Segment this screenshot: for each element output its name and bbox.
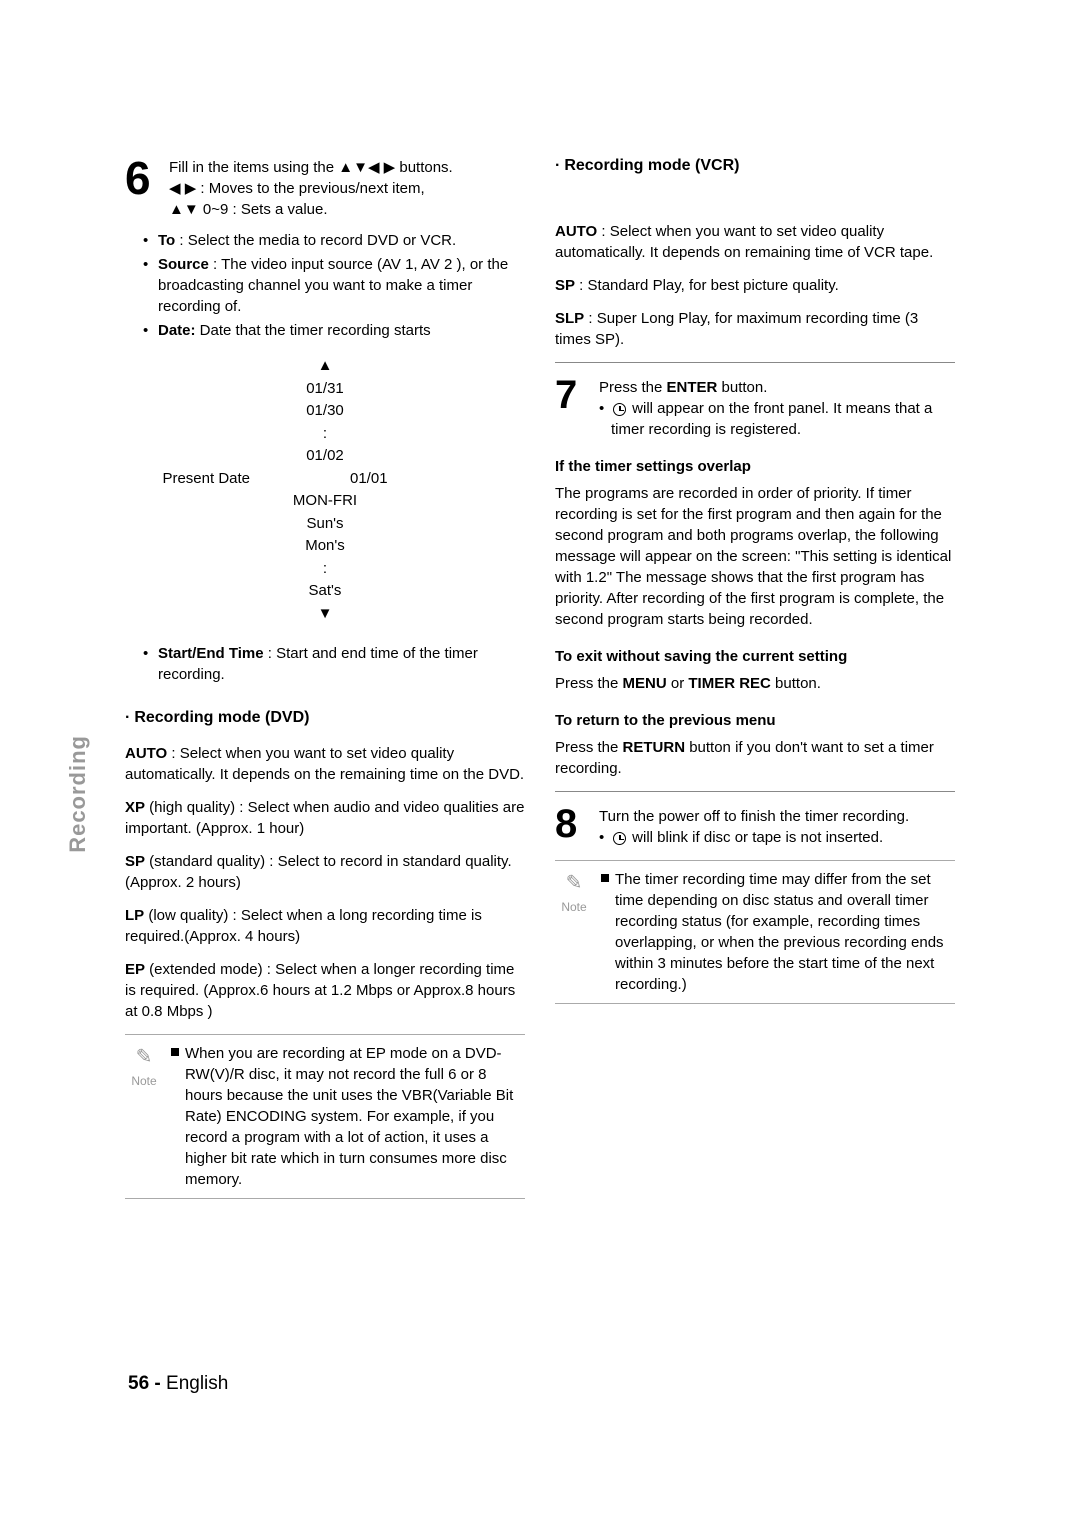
date-value: Mon's: [125, 535, 525, 558]
clock-icon: [613, 403, 626, 416]
vcr-sp: SP : Standard Play, for best picture qua…: [555, 275, 955, 296]
text: : Super Long Play, for maximum recording…: [555, 310, 918, 348]
arrows-icon: ▲▼: [169, 201, 199, 218]
paren: (extended mode) :: [145, 961, 271, 978]
down-arrow-icon: ▼: [125, 603, 525, 626]
square-bullet-icon: [171, 1048, 179, 1056]
vcr-slp: SLP : Super Long Play, for maximum recor…: [555, 308, 955, 350]
arrows-icon: ◀ ▶: [169, 180, 196, 197]
square-bullet-icon: [601, 874, 609, 882]
step-number-6: 6: [125, 155, 161, 220]
clock-icon: [613, 832, 626, 845]
text: 0~9 : Sets a value.: [199, 201, 328, 218]
text: : Select the media to record DVD or VCR.: [175, 232, 456, 249]
enter-label: ENTER: [667, 379, 718, 396]
dvd-xp: XP (high quality) : Select when audio an…: [125, 797, 525, 839]
right-column: ·Recording mode (VCR) AUTO : Select when…: [555, 155, 955, 1199]
return-text: Press the RETURN button if you don't wan…: [555, 737, 955, 779]
bullet-date: •Date: Date that the timer recording sta…: [143, 320, 525, 341]
step-8: 8 Turn the power off to finish the timer…: [555, 804, 955, 848]
note-icon: ✎ Note: [555, 869, 593, 995]
step-6-body: Fill in the items using the ▲▼◀ ▶ button…: [169, 155, 525, 220]
step-7-body: Press the ENTER button. • will appear on…: [599, 375, 955, 440]
text: : The video input source (AV 1, AV 2 ), …: [158, 256, 508, 315]
up-arrow-icon: ▲: [125, 355, 525, 378]
text: Fill in the items using the: [169, 159, 338, 176]
date-value: 01/31: [125, 378, 525, 401]
text: buttons.: [395, 159, 453, 176]
dvd-sp: SP (standard quality) : Select to record…: [125, 851, 525, 893]
date-value: Sun's: [125, 513, 525, 536]
ellipsis: :: [125, 558, 525, 581]
dvd-auto: AUTO : Select when you want to set video…: [125, 743, 525, 785]
note-icon: ✎ Note: [125, 1043, 163, 1190]
label: Source: [158, 256, 209, 273]
step-8-body: Turn the power off to finish the timer r…: [599, 804, 955, 848]
page-content: 6 Fill in the items using the ▲▼◀ ▶ butt…: [0, 0, 1080, 1199]
page-number: 56 - English: [128, 1371, 228, 1398]
date-value: Sat's: [125, 580, 525, 603]
text: will blink if disc or tape is not insert…: [628, 829, 883, 846]
step-6: 6 Fill in the items using the ▲▼◀ ▶ butt…: [125, 155, 525, 220]
label: SP: [555, 277, 575, 294]
arrows-icon: ▲▼◀ ▶: [338, 159, 395, 176]
date-value: 01/30: [125, 400, 525, 423]
label: SP: [125, 853, 145, 870]
text: will appear on the front panel. It means…: [611, 400, 932, 438]
vcr-auto: AUTO : Select when you want to set video…: [555, 221, 955, 263]
date-value: MON-FRI: [125, 490, 525, 513]
label: AUTO: [555, 223, 597, 240]
bullet-source: •Source : The video input source (AV 1, …: [143, 254, 525, 317]
text: : Select when you want to set video qual…: [125, 745, 524, 783]
label: To: [158, 232, 175, 249]
note-box-left: ✎ Note When you are recording at EP mode…: [125, 1034, 525, 1199]
exit-title: To exit without saving the current setti…: [555, 646, 955, 667]
paren: (high quality) :: [145, 799, 243, 816]
left-column: 6 Fill in the items using the ▲▼◀ ▶ butt…: [125, 155, 525, 1199]
note-text: When you are recording at EP mode on a D…: [185, 1043, 525, 1190]
text: Turn the power off to finish the timer r…: [599, 806, 955, 827]
label: LP: [125, 907, 144, 924]
exit-text: Press the MENU or TIMER REC button.: [555, 673, 955, 694]
ellipsis: :: [125, 423, 525, 446]
bullet-start-end: •Start/End Time : Start and end time of …: [143, 643, 525, 685]
label: SLP: [555, 310, 584, 327]
bullet-to: •To : Select the media to record DVD or …: [143, 230, 525, 251]
dvd-mode-title: ·Recording mode (DVD): [125, 707, 525, 729]
step-number-7: 7: [555, 375, 591, 440]
note-text: The timer recording time may differ from…: [615, 869, 955, 995]
step-7: 7 Press the ENTER button. • will appear …: [555, 375, 955, 440]
dvd-lp: LP (low quality) : Select when a long re…: [125, 905, 525, 947]
side-tab-recording: Recording: [63, 735, 94, 853]
label: EP: [125, 961, 145, 978]
date-value: 01/01: [350, 470, 388, 487]
text: Press the: [599, 379, 667, 396]
text: : Standard Play, for best picture qualit…: [575, 277, 839, 294]
vcr-mode-title: ·Recording mode (VCR): [555, 155, 955, 177]
present-date-label: Present Date: [162, 468, 250, 491]
paren: (standard quality) :: [145, 853, 273, 870]
text: : Moves to the previous/next item,: [196, 180, 424, 197]
label: Start/End Time: [158, 645, 264, 662]
divider: [555, 362, 955, 363]
text: button.: [717, 379, 767, 396]
date-scroll-list: ▲ 01/31 01/30 : 01/02 Present Date01/01 …: [125, 355, 525, 625]
label: XP: [125, 799, 145, 816]
date-value: 01/02: [125, 445, 525, 468]
text: Date that the timer recording starts: [196, 322, 431, 339]
label: AUTO: [125, 745, 167, 762]
text: : Select when you want to set video qual…: [555, 223, 933, 261]
divider: [555, 791, 955, 792]
paren: (low quality) :: [144, 907, 237, 924]
return-title: To return to the previous menu: [555, 710, 955, 731]
label: Date:: [158, 322, 196, 339]
note-box-right: ✎ Note The timer recording time may diff…: [555, 860, 955, 1004]
overlap-title: If the timer settings overlap: [555, 456, 955, 477]
overlap-text: The programs are recorded in order of pr…: [555, 483, 955, 630]
step-number-8: 8: [555, 804, 591, 848]
dvd-ep: EP (extended mode) : Select when a longe…: [125, 959, 525, 1022]
